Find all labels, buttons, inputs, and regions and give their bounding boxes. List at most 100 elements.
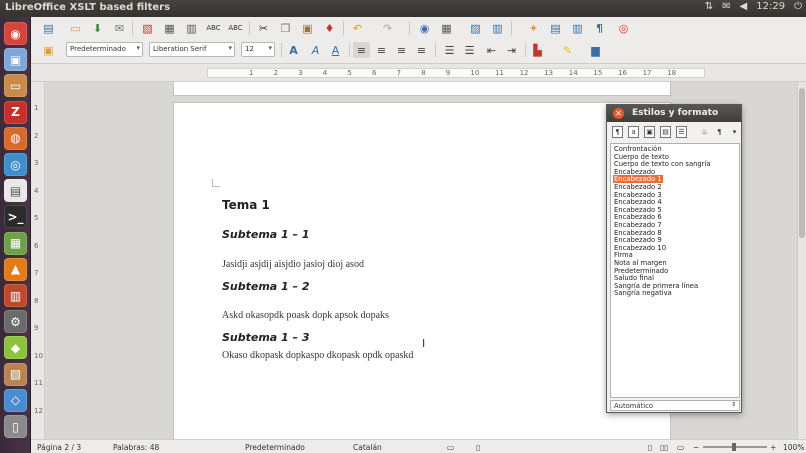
increase-indent-icon[interactable]: ⇥ [503,42,520,58]
mail-icon[interactable]: ✉ [722,1,730,12]
undo-icon[interactable]: ↶ [349,20,366,36]
print-preview-icon[interactable]: ▥ [183,20,200,36]
font-color-icon[interactable]: ▙ [529,42,546,58]
align-left-icon[interactable]: ≡ [353,42,370,58]
page-styles-icon[interactable]: ▤ [660,126,671,138]
hyperlink-icon[interactable]: ◉ [416,20,433,36]
spellcheck-icon[interactable]: ABC [205,20,222,36]
font-size-select[interactable]: 12 ▾ [241,42,275,57]
files-icon[interactable]: ▭ [4,74,27,98]
impress-icon[interactable]: ▥ [4,284,27,307]
language[interactable]: Catalán [353,443,382,452]
document-modified-icon[interactable]: ▯ [476,443,480,452]
document-page[interactable]: Tema 1 Subtema 1 – 1 Jasidji asjdij aisj… [173,102,671,439]
scrollbar-thumb[interactable] [799,88,805,238]
table-icon[interactable]: ▦ [438,20,455,36]
firefox-icon[interactable]: ◍ [4,126,27,150]
background-color-icon[interactable]: ▆ [587,42,604,58]
vertical-scrollbar[interactable] [797,82,806,439]
justify-icon[interactable]: ≡ [413,42,430,58]
new-document-icon[interactable]: ▤ [40,20,57,36]
styles-list[interactable]: Confrontación Cuerpo de texto Cuerpo de te… [610,143,740,398]
network-icon[interactable]: ⇅ [705,1,713,12]
chevron-down-icon[interactable]: ▾ [729,126,740,138]
insert-mode-icon[interactable]: ▭ [447,443,454,452]
font-name-select[interactable]: Liberation Serif ▾ [149,42,235,57]
heading-1[interactable]: Tema 1 [222,198,270,212]
styles-icon[interactable]: ▣ [40,42,57,58]
email-icon[interactable]: ✉ [111,20,128,36]
heading-2-first[interactable]: Subtema 1 – 1 [222,228,310,241]
zoom-slider-knob[interactable] [732,443,736,451]
fill-format-icon[interactable]: ♨ [699,126,710,138]
bullets-icon[interactable]: ☰ [461,42,478,58]
paragraph-first[interactable]: Jasidji asjdij aisjdio jasioj dioj asod [222,259,364,270]
book-view-icon[interactable]: ▭ [677,443,684,452]
copy-icon[interactable]: ❐ [277,20,294,36]
data-sources-icon[interactable]: ▥ [569,20,586,36]
page-style[interactable]: Predeterminado [245,443,305,452]
gallery-icon[interactable]: ▤ [547,20,564,36]
frame-styles-icon[interactable]: ▣ [644,126,655,138]
chromium-icon[interactable]: ◎ [4,153,27,176]
paragraph-styles-icon[interactable]: ¶ [612,126,623,138]
vlc-icon[interactable]: ▲ [4,257,27,281]
new-style-icon[interactable]: ¶ [714,126,725,138]
heading-2-third[interactable]: Subtema 1 – 3 [222,331,310,344]
clock[interactable]: 12:29 [756,1,785,12]
filezilla-icon[interactable]: Z [4,100,27,124]
dash-icon[interactable]: ◉ [4,22,27,45]
image-viewer-icon[interactable]: ▦ [4,231,27,255]
numbering-icon[interactable]: ☰ [441,42,458,58]
underline-icon[interactable]: A [327,42,344,58]
align-center-icon[interactable]: ≡ [373,42,390,58]
style-list-item[interactable]: Sangría negativa [613,289,673,297]
multi-page-view-icon[interactable]: ▯▯ [660,443,668,452]
highlight-icon[interactable]: ✎ [559,42,576,58]
clone-formatting-icon[interactable]: ♦ [321,20,338,36]
page-indicator[interactable]: Página 2 / 3 [37,443,81,452]
paragraph-style-select[interactable]: Predeterminado ▾ [66,42,143,57]
bold-icon[interactable]: A [285,42,302,58]
writer-doc-icon[interactable]: ▤ [4,179,27,203]
print-icon[interactable]: ▦ [161,20,178,36]
paragraph-third[interactable]: Okaso dkopask dopkaspo dkopask opdk opas… [222,350,413,361]
heading-2-second[interactable]: Subtema 1 – 2 [222,280,310,293]
style-filter-select[interactable]: Automático ⇕ [610,400,740,411]
close-icon[interactable]: ✕ [613,108,624,119]
redo-icon[interactable]: ↷ [379,20,396,36]
autospell-icon[interactable]: ABC [227,20,244,36]
italic-icon[interactable]: A [307,42,324,58]
zoom-out-icon[interactable]: − [693,443,699,452]
export-pdf-icon[interactable]: ▧ [139,20,156,36]
list-styles-icon[interactable]: ☰ [676,126,687,138]
chart-icon[interactable]: ▥ [489,20,506,36]
align-right-icon[interactable]: ≡ [393,42,410,58]
open-icon[interactable]: ▭ [67,20,84,36]
horizontal-ruler[interactable]: 1 2 3 4 5 6 7 8 9 10 11 12 13 14 15 16 17 18 [31,64,806,82]
decrease-indent-icon[interactable]: ⇤ [483,42,500,58]
save-icon[interactable]: ⬇ [89,20,106,36]
cut-icon[interactable]: ✂ [255,20,272,36]
sound-icon[interactable]: ◀ [740,1,748,12]
terminal-icon[interactable]: >_ [4,205,27,229]
paragraph-second[interactable]: Askd okasopdk poask dopk apsok dopaks [222,310,389,321]
android-icon[interactable]: ◆ [4,336,27,360]
libreoffice-icon[interactable]: ◇ [4,388,27,412]
help-icon[interactable]: ◎ [615,20,632,36]
panel-titlebar[interactable]: ✕ Estilos y formato [607,105,741,122]
formatting-marks-icon[interactable]: ¶ [591,20,608,36]
power-icon[interactable]: ⏻ [794,1,802,12]
software-center-icon[interactable]: ▣ [4,48,27,72]
character-styles-icon[interactable]: a [628,126,639,138]
navigator-icon[interactable]: ✦ [525,20,542,36]
zoom-in-icon[interactable]: + [770,443,776,452]
word-count[interactable]: Palabras: 48 [113,443,159,452]
archive-icon[interactable]: ▧ [4,362,27,386]
paste-icon[interactable]: ▣ [299,20,316,36]
vertical-ruler[interactable]: 1 2 3 4 5 6 7 8 9 10 11 12 [31,82,45,439]
zoom-level[interactable]: 100% [783,443,804,452]
trash-icon[interactable]: ▯ [4,415,27,438]
image-icon[interactable]: ▨ [467,20,484,36]
single-page-view-icon[interactable]: ▯ [648,443,652,452]
